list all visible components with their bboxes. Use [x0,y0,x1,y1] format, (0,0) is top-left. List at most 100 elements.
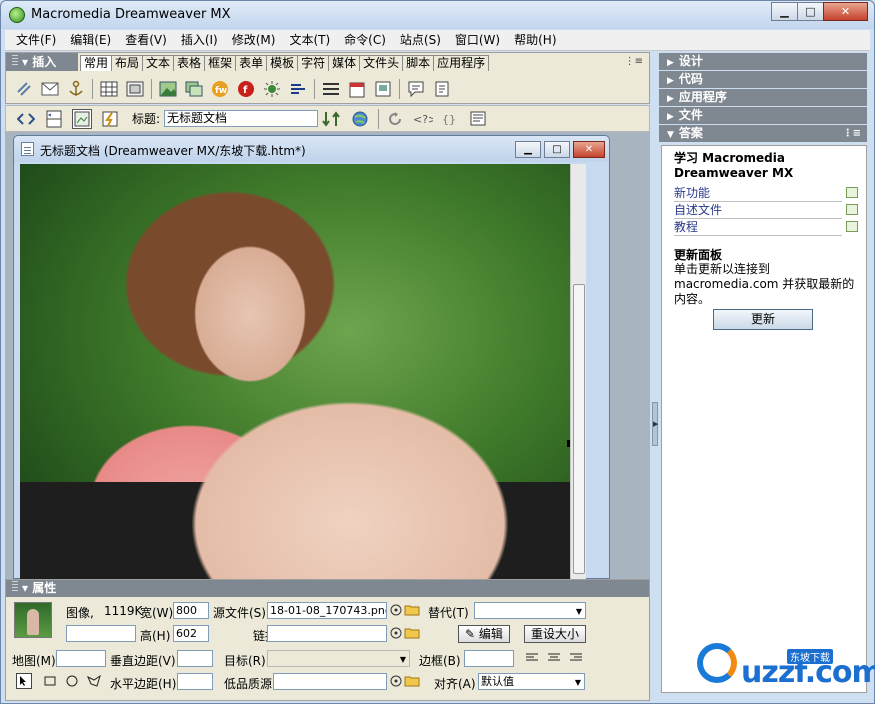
anchor-icon[interactable] [66,79,86,99]
pointer-hotspot-icon[interactable] [16,673,32,689]
table-icon[interactable] [99,79,119,99]
align-left-icon[interactable] [524,650,540,666]
menu-site[interactable]: 站点(S) [393,30,448,50]
align-dropdown[interactable]: 默认值 [478,673,585,690]
close-button[interactable]: ✕ [823,2,868,21]
target-dropdown[interactable] [267,650,410,667]
email-link-icon[interactable] [40,79,60,99]
reset-size-button[interactable]: 重设大小 [524,625,587,643]
comment-icon[interactable] [406,79,426,99]
lowsrc-point-icon[interactable] [388,673,404,689]
doc-maximize-button[interactable]: □ [544,141,570,158]
tab-templates[interactable]: 模板 [266,55,299,71]
tag-chooser-icon[interactable] [432,79,452,99]
split-view-icon[interactable] [44,109,64,129]
design-view-icon[interactable] [72,108,92,129]
point-to-file-icon[interactable] [388,602,404,618]
tab-text[interactable]: 文本 [142,55,175,71]
title-input[interactable]: 无标题文档 [164,110,319,127]
rect-hotspot-icon[interactable] [42,673,58,689]
image-icon[interactable] [158,79,178,99]
reference-icon[interactable]: <?> [413,109,433,129]
panel-options-icon[interactable]: ⋮≡ [625,56,643,67]
alt-dropdown[interactable] [474,602,586,619]
menu-modify[interactable]: 修改(M) [225,30,283,50]
insert-panel-header[interactable]: ▾ 插入 [6,53,78,71]
menu-view[interactable]: 查看(V) [118,30,174,50]
tab-layout[interactable]: 布局 [111,55,144,71]
height-field[interactable]: 602 [173,625,209,642]
collapse-arrow-icon[interactable]: ▶ [652,402,658,446]
menu-insert[interactable]: 插入(I) [174,30,225,50]
rollover-image-icon[interactable] [184,79,204,99]
align-right-icon[interactable] [568,650,584,666]
minimize-button[interactable]: ▁ [771,2,798,21]
doc-minimize-button[interactable]: ▁ [515,141,541,158]
code-view-icon[interactable] [16,109,36,129]
menu-text[interactable]: 文本(T) [282,30,337,50]
browse-folder-icon[interactable] [404,602,420,618]
doc-close-button[interactable]: ✕ [573,141,605,158]
hspace-field[interactable] [177,673,213,690]
flash-text-icon[interactable] [288,79,308,99]
menu-commands[interactable]: 命令(C) [337,30,393,50]
layer-icon[interactable] [125,79,145,99]
preview-browser-icon[interactable] [350,109,370,129]
server-include-icon[interactable] [373,79,393,99]
border-field[interactable] [464,650,514,667]
selected-image[interactable] [20,164,570,580]
whats-new-link[interactable]: 新功能 [674,185,858,202]
vspace-field[interactable] [177,650,213,667]
readme-link[interactable]: 自述文件 [674,202,858,219]
refresh-icon[interactable] [385,109,405,129]
map-field[interactable] [56,650,106,667]
menu-window[interactable]: 窗口(W) [448,30,507,50]
vertical-scrollbar[interactable] [570,164,586,580]
link-folder-icon[interactable] [404,625,420,641]
tab-media[interactable]: 媒体 [328,55,361,71]
tab-frames[interactable]: 框架 [204,55,237,71]
link-point-icon[interactable] [388,625,404,641]
menu-file[interactable]: 文件(F) [9,30,63,50]
tutorial-link[interactable]: 教程 [674,219,858,236]
tab-characters[interactable]: 字符 [297,55,330,71]
flash-icon[interactable]: f [236,79,256,99]
tab-tables[interactable]: 表格 [173,55,206,71]
live-data-icon[interactable] [100,109,120,129]
flash-button-icon[interactable] [262,79,282,99]
src-field[interactable]: 18-01-08_170743.png [267,602,387,619]
lowsrc-folder-icon[interactable] [404,673,420,689]
tab-head[interactable]: 文件头 [359,55,404,71]
navigation-bar-icon[interactable] [321,79,341,99]
hyperlink-icon[interactable] [14,79,34,99]
scrollbar-thumb[interactable] [573,284,585,574]
align-center-icon[interactable] [546,650,562,666]
tab-common[interactable]: 常用 [80,55,113,71]
edit-button[interactable]: ✎ 编辑 [458,625,510,643]
width-field[interactable]: 800 [173,602,209,619]
tab-forms[interactable]: 表单 [235,55,268,71]
maximize-button[interactable]: □ [797,2,824,21]
panel-answers[interactable]: ▼ 答案 ⋮≡ [659,125,867,142]
panel-design[interactable]: ▶ 设计 [659,53,867,70]
panel-options-icon[interactable]: ⋮≡ [843,125,861,142]
panel-application[interactable]: ▶ 应用程序 [659,89,867,106]
menu-edit[interactable]: 编辑(E) [63,30,118,50]
panel-files[interactable]: ▶ 文件 [659,107,867,124]
fireworks-html-icon[interactable]: fw [210,79,230,99]
tab-application[interactable]: 应用程序 [433,55,490,71]
update-button[interactable]: 更新 [713,309,813,330]
oval-hotspot-icon[interactable] [64,673,80,689]
date-icon[interactable] [347,79,367,99]
view-options-icon[interactable] [469,109,489,129]
menu-help[interactable]: 帮助(H) [507,30,563,50]
tab-script[interactable]: 脚本 [402,55,435,71]
polygon-hotspot-icon[interactable] [86,673,102,689]
panel-code[interactable]: ▶ 代码 [659,71,867,88]
lowsrc-field[interactable] [273,673,387,690]
properties-header[interactable]: ▾ 属性 [6,580,649,597]
link-field[interactable] [267,625,387,642]
file-management-icon[interactable] [322,109,342,129]
image-name-field[interactable] [66,625,136,642]
panel-splitter[interactable]: ▶ [651,52,659,701]
